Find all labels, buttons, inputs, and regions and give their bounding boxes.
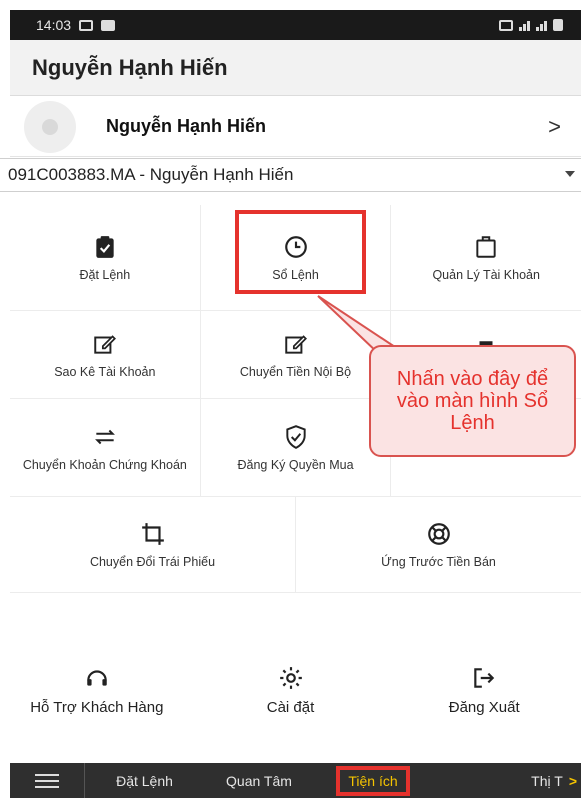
signal-icon-2	[536, 21, 547, 31]
menu-item-chuyen-doi-trai-phieu[interactable]: Chuyển Đổi Trái Phiếu	[10, 497, 296, 592]
tab-label: Đặt Lệnh	[116, 772, 173, 789]
menu-item-chuyen-khoan-chung-khoan[interactable]: Chuyển Khoản Chứng Khoán	[10, 399, 201, 496]
support-label: Hỗ Trợ Khách Hàng	[30, 699, 164, 716]
profile-name: Nguyễn Hạnh Hiến	[106, 116, 267, 136]
app-bar: Nguyễn Hạnh Hiến	[10, 40, 581, 96]
highlight-box	[235, 210, 366, 294]
tab-thi-truong[interactable]: Thị T >	[432, 763, 581, 798]
signal-icons	[499, 19, 563, 31]
briefcase-icon	[472, 234, 500, 260]
logout-label: Đăng Xuất	[448, 699, 520, 716]
menu-label: Sao Kê Tài Khoản	[54, 364, 156, 379]
signal-icon	[519, 21, 530, 31]
account-select[interactable]: 091C003883.MA - Nguyễn Hạnh Hiến	[0, 158, 581, 192]
settings-button[interactable]: Cài đặt	[194, 665, 388, 716]
edit-icon	[91, 331, 119, 357]
menu-label: Đăng Ký Quyền Mua	[237, 457, 354, 472]
crop-icon	[139, 521, 167, 547]
menu-label: Đặt Lệnh	[79, 267, 131, 282]
support-button[interactable]: Hỗ Trợ Khách Hàng	[0, 665, 194, 716]
swap-arrows-icon	[91, 424, 119, 450]
menu-label: Chuyển Khoản Chứng Khoán	[22, 457, 187, 472]
profile-row[interactable]: Nguyễn Hạnh Hiến >	[10, 97, 581, 157]
menu-label: Quản Lý Tài Khoản	[432, 267, 540, 282]
menu-label: Ứng Trước Tiền Bán	[381, 554, 496, 569]
status-time: 14:03	[36, 17, 72, 33]
tab-label: Quan Tâm	[226, 772, 292, 789]
callout-text: Nhấn vào đây để vào màn hình Sổ Lệnh	[396, 368, 549, 434]
avatar	[24, 100, 76, 153]
page-title: Nguyễn Hạnh Hiến	[32, 54, 228, 80]
clipboard-check-icon	[91, 234, 119, 260]
menu-item-dang-ky-quyen-mua[interactable]: Đăng Ký Quyền Mua	[201, 399, 392, 496]
chevron-right-icon: >	[568, 772, 577, 789]
menu-item-dat-lenh[interactable]: Đặt Lệnh	[10, 205, 201, 310]
dropdown-caret-icon	[565, 171, 575, 177]
tab-dat-lenh[interactable]: Đặt Lệnh	[84, 763, 204, 798]
menu-label: Chuyển Đổi Trái Phiếu	[89, 554, 216, 569]
notification-icon	[79, 19, 94, 31]
tab-tien-ich[interactable]: Tiện ích	[314, 763, 432, 798]
callout-note: Nhấn vào đây để vào màn hình Sổ Lệnh	[369, 345, 576, 457]
menu-item-chuyen-tien-noi-bo[interactable]: Chuyển Tiền Nội Bộ	[201, 311, 392, 398]
bottom-actions: Hỗ Trợ Khách Hàng Cài đặt Đăng Xuất	[0, 665, 581, 716]
bottom-nav: Đặt Lệnh Quan Tâm Tiện ích Thị T >	[10, 763, 581, 798]
wifi-call-icon	[499, 20, 513, 31]
lifebuoy-icon	[425, 521, 453, 547]
logout-icon	[470, 665, 498, 691]
hamburger-icon	[35, 773, 59, 788]
settings-label: Cài đặt	[266, 699, 315, 716]
menu-item-ung-truoc-tien-ban[interactable]: Ứng Trước Tiền Bán	[296, 497, 581, 592]
menu-item-sao-ke-tai-khoan[interactable]: Sao Kê Tài Khoản	[10, 311, 201, 398]
user-icon	[42, 118, 58, 135]
shield-check-icon	[282, 424, 310, 450]
tab-label: Tiện ích	[336, 765, 410, 796]
headset-icon	[83, 665, 111, 691]
tab-label: Thị T	[531, 772, 563, 789]
menu-button[interactable]	[10, 763, 84, 798]
message-icon	[101, 19, 116, 31]
logout-button[interactable]: Đăng Xuất	[387, 665, 581, 716]
menu-label: Chuyển Tiền Nội Bộ	[239, 364, 352, 379]
menu-item-quan-ly-tai-khoan[interactable]: Quản Lý Tài Khoản	[391, 205, 581, 310]
account-select-value: 091C003883.MA - Nguyễn Hạnh Hiến	[8, 165, 294, 184]
chevron-right-icon: >	[548, 113, 561, 139]
tab-quan-tam[interactable]: Quan Tâm	[204, 763, 314, 798]
gear-icon	[277, 665, 305, 691]
status-bar: 14:03	[10, 10, 581, 40]
battery-icon	[553, 19, 563, 31]
edit-icon	[282, 331, 310, 357]
